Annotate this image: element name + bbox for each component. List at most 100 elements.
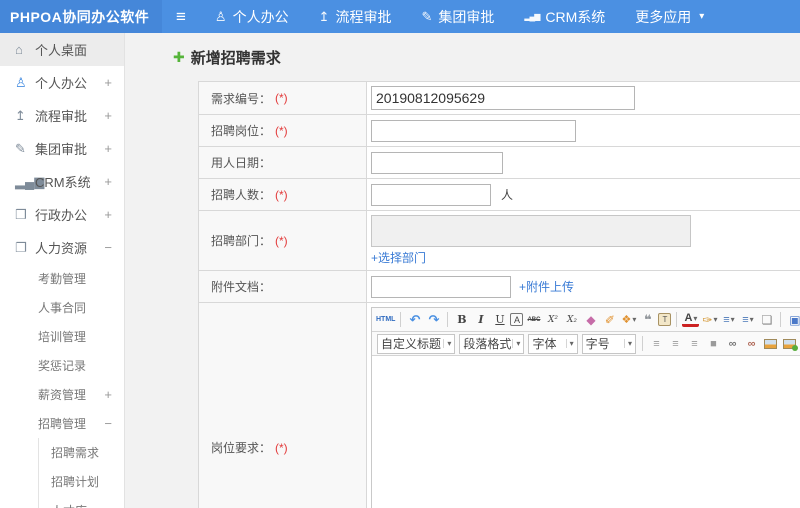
home-icon: ⌂	[15, 42, 23, 57]
topbar-nav: ♙ 个人办公 ↥ 流程审批 ✎ 集团审批 ▂▄▆ CRM系统 更多应用 ▾	[200, 0, 719, 33]
html-source-button[interactable]: HTML	[376, 310, 395, 329]
count-label: 招聘人数：	[211, 188, 272, 202]
expand-plus-icon: +	[104, 174, 112, 189]
preview-icon[interactable]: ▣	[786, 310, 800, 329]
sidebar-item-label: 招聘管理	[38, 417, 87, 431]
sidebar-item-process-approval[interactable]: ↥ 流程审批 +	[0, 99, 124, 132]
chart-icon: ▂▄▆	[15, 173, 45, 189]
custom-title-select[interactable]: 自定义标题 ▾	[377, 333, 456, 354]
new-page-icon[interactable]: ❏	[758, 310, 775, 329]
align-justify-icon[interactable]: ■	[705, 334, 722, 353]
person-icon: ♙	[15, 74, 27, 90]
font-border-icon[interactable]: A	[510, 313, 524, 326]
link-icon[interactable]: ∞	[724, 334, 741, 353]
sidebar-item-training[interactable]: 培训管理	[0, 322, 124, 351]
auto-typeset-icon[interactable]: ❖ ▾	[620, 310, 637, 329]
form-row-code: 需求编号： (*)	[199, 82, 800, 115]
date-input[interactable]	[371, 151, 503, 174]
select-value: 自定义标题	[381, 337, 442, 351]
sidebar-item-attendance[interactable]: 考勤管理	[0, 264, 124, 293]
sidebar-item-crm-system[interactable]: ▂▄▆ CRM系统 +	[0, 165, 124, 198]
department-textarea[interactable]	[371, 215, 691, 247]
sidebar-item-hr[interactable]: ❐ 人力资源 −	[0, 231, 124, 264]
underline-icon[interactable]: U	[491, 310, 508, 329]
font-color-icon[interactable]: A ▾	[682, 312, 700, 327]
nav-more-apps[interactable]: 更多应用 ▾	[620, 0, 719, 33]
nav-label: 更多应用	[635, 8, 692, 25]
attachment-input[interactable]	[371, 275, 511, 298]
sidebar-item-talent-pool[interactable]: 人才库	[39, 496, 124, 508]
nav-label: 个人办公	[232, 8, 289, 25]
sidebar-item-salary[interactable]: 薪资管理 +	[0, 380, 124, 409]
redo-icon[interactable]: ↷	[425, 310, 442, 329]
rich-text-editor: HTML ↶ ↷ B I U A ABC X² X₂ ◆ ✐ ❖ ▾ ❝ T A ▾ ✑ ▾ ≡ ▾ ≡ ▾ ❏ ▣ 自定义标题 ▾…	[371, 307, 800, 508]
attachment-upload-link[interactable]: +附件上传	[519, 278, 574, 295]
nav-crm-system[interactable]: ▂▄▆ CRM系统	[509, 0, 620, 33]
nav-label: CRM系统	[545, 8, 606, 25]
code-input[interactable]	[371, 86, 635, 110]
image-icon[interactable]	[762, 334, 779, 353]
superscript-icon[interactable]: X²	[544, 310, 561, 329]
italic-icon[interactable]: I	[472, 310, 489, 329]
required-mark: (*)	[275, 91, 288, 105]
sidebar-item-personal-office[interactable]: ♙ 个人办公 +	[0, 66, 124, 99]
sidebar-item-label: 集团审批	[35, 142, 88, 157]
post-input[interactable]	[371, 119, 576, 142]
sidebar-item-label: 人力资源	[35, 241, 88, 256]
sidebar-item-hr-contract[interactable]: 人事合同	[0, 293, 124, 322]
nav-process-approval[interactable]: ↥ 流程审批	[304, 0, 407, 33]
hamburger-icon[interactable]: ≡	[162, 0, 200, 33]
expand-plus-icon: +	[104, 207, 112, 222]
attachment-label: 附件文档：	[211, 280, 272, 294]
form-row-count: 招聘人数： (*) 人	[199, 179, 800, 211]
sidebar-item-group-approval[interactable]: ✎ 集团审批 +	[0, 132, 124, 165]
align-right-icon[interactable]: ≡	[686, 334, 703, 353]
paste-text-icon[interactable]: T	[658, 313, 672, 326]
nav-group-approval[interactable]: ✎ 集团审批	[406, 0, 509, 33]
nav-label: 流程审批	[335, 8, 392, 25]
sidebar-item-label: 招聘计划	[51, 475, 100, 489]
paragraph-select[interactable]: 段落格式 ▾	[459, 333, 525, 354]
strikethrough-icon[interactable]: ABC	[525, 310, 542, 329]
subscript-icon[interactable]: X₂	[563, 310, 580, 329]
blockquote-icon[interactable]: ❝	[639, 310, 656, 329]
unordered-list-icon[interactable]: ≡ ▾	[739, 310, 756, 329]
expand-plus-icon: +	[104, 141, 112, 156]
sidebar-item-label: 人才库	[51, 502, 114, 508]
eraser-icon[interactable]: ◆	[582, 310, 599, 329]
highlight-icon[interactable]: ✑ ▾	[701, 310, 718, 329]
count-input[interactable]	[371, 183, 491, 206]
required-mark: (*)	[275, 233, 288, 248]
align-left-icon[interactable]: ≡	[648, 334, 665, 353]
format-painter-icon[interactable]: ✐	[601, 310, 618, 329]
image-add-icon[interactable]	[781, 334, 798, 353]
editor-toolbar-row2: 自定义标题▾段落格式▾字体▾字号▾≡≡≡■∞∞◫▦	[372, 332, 800, 356]
sidebar-item-admin-office[interactable]: ❒ 行政办公 +	[0, 198, 124, 231]
editor-content-area[interactable]	[372, 356, 800, 508]
select-department-link[interactable]: +选择部门	[371, 249, 426, 266]
sidebar-item-recruit-demand[interactable]: 招聘需求	[39, 438, 124, 467]
align-center-icon[interactable]: ≡	[667, 334, 684, 353]
sidebar-item-recruit[interactable]: 招聘管理 −	[0, 409, 124, 438]
nav-personal-office[interactable]: ♙ 个人办公	[200, 0, 304, 33]
sidebar-item-rewards[interactable]: 奖惩记录	[0, 351, 124, 380]
sidebar-item-personal-desktop[interactable]: ⌂ 个人桌面	[0, 33, 124, 66]
font-select[interactable]: 字体 ▾	[528, 333, 578, 354]
required-mark: (*)	[275, 123, 288, 138]
caret-down-icon: ▾	[730, 315, 735, 324]
bold-icon[interactable]: B	[453, 310, 470, 329]
sidebar-item-label: 奖惩记录	[38, 359, 87, 373]
toolbar-separator	[780, 312, 782, 327]
caret-down-icon: ▾	[699, 11, 705, 22]
undo-icon[interactable]: ↶	[406, 310, 423, 329]
collapse-minus-icon: −	[104, 416, 112, 431]
app-logo: PHPOA协同办公软件	[0, 0, 162, 33]
size-select[interactable]: 字号 ▾	[581, 333, 636, 354]
toolbar-separator	[400, 312, 402, 327]
sidebar-item-label: 流程审批	[35, 109, 88, 124]
sidebar-item-label: 行政办公	[35, 208, 88, 223]
ordered-list-icon[interactable]: ≡ ▾	[720, 310, 737, 329]
sidebar-item-recruit-plan[interactable]: 招聘计划	[39, 467, 124, 496]
required-mark: (*)	[275, 187, 288, 202]
unlink-icon[interactable]: ∞	[743, 334, 760, 353]
